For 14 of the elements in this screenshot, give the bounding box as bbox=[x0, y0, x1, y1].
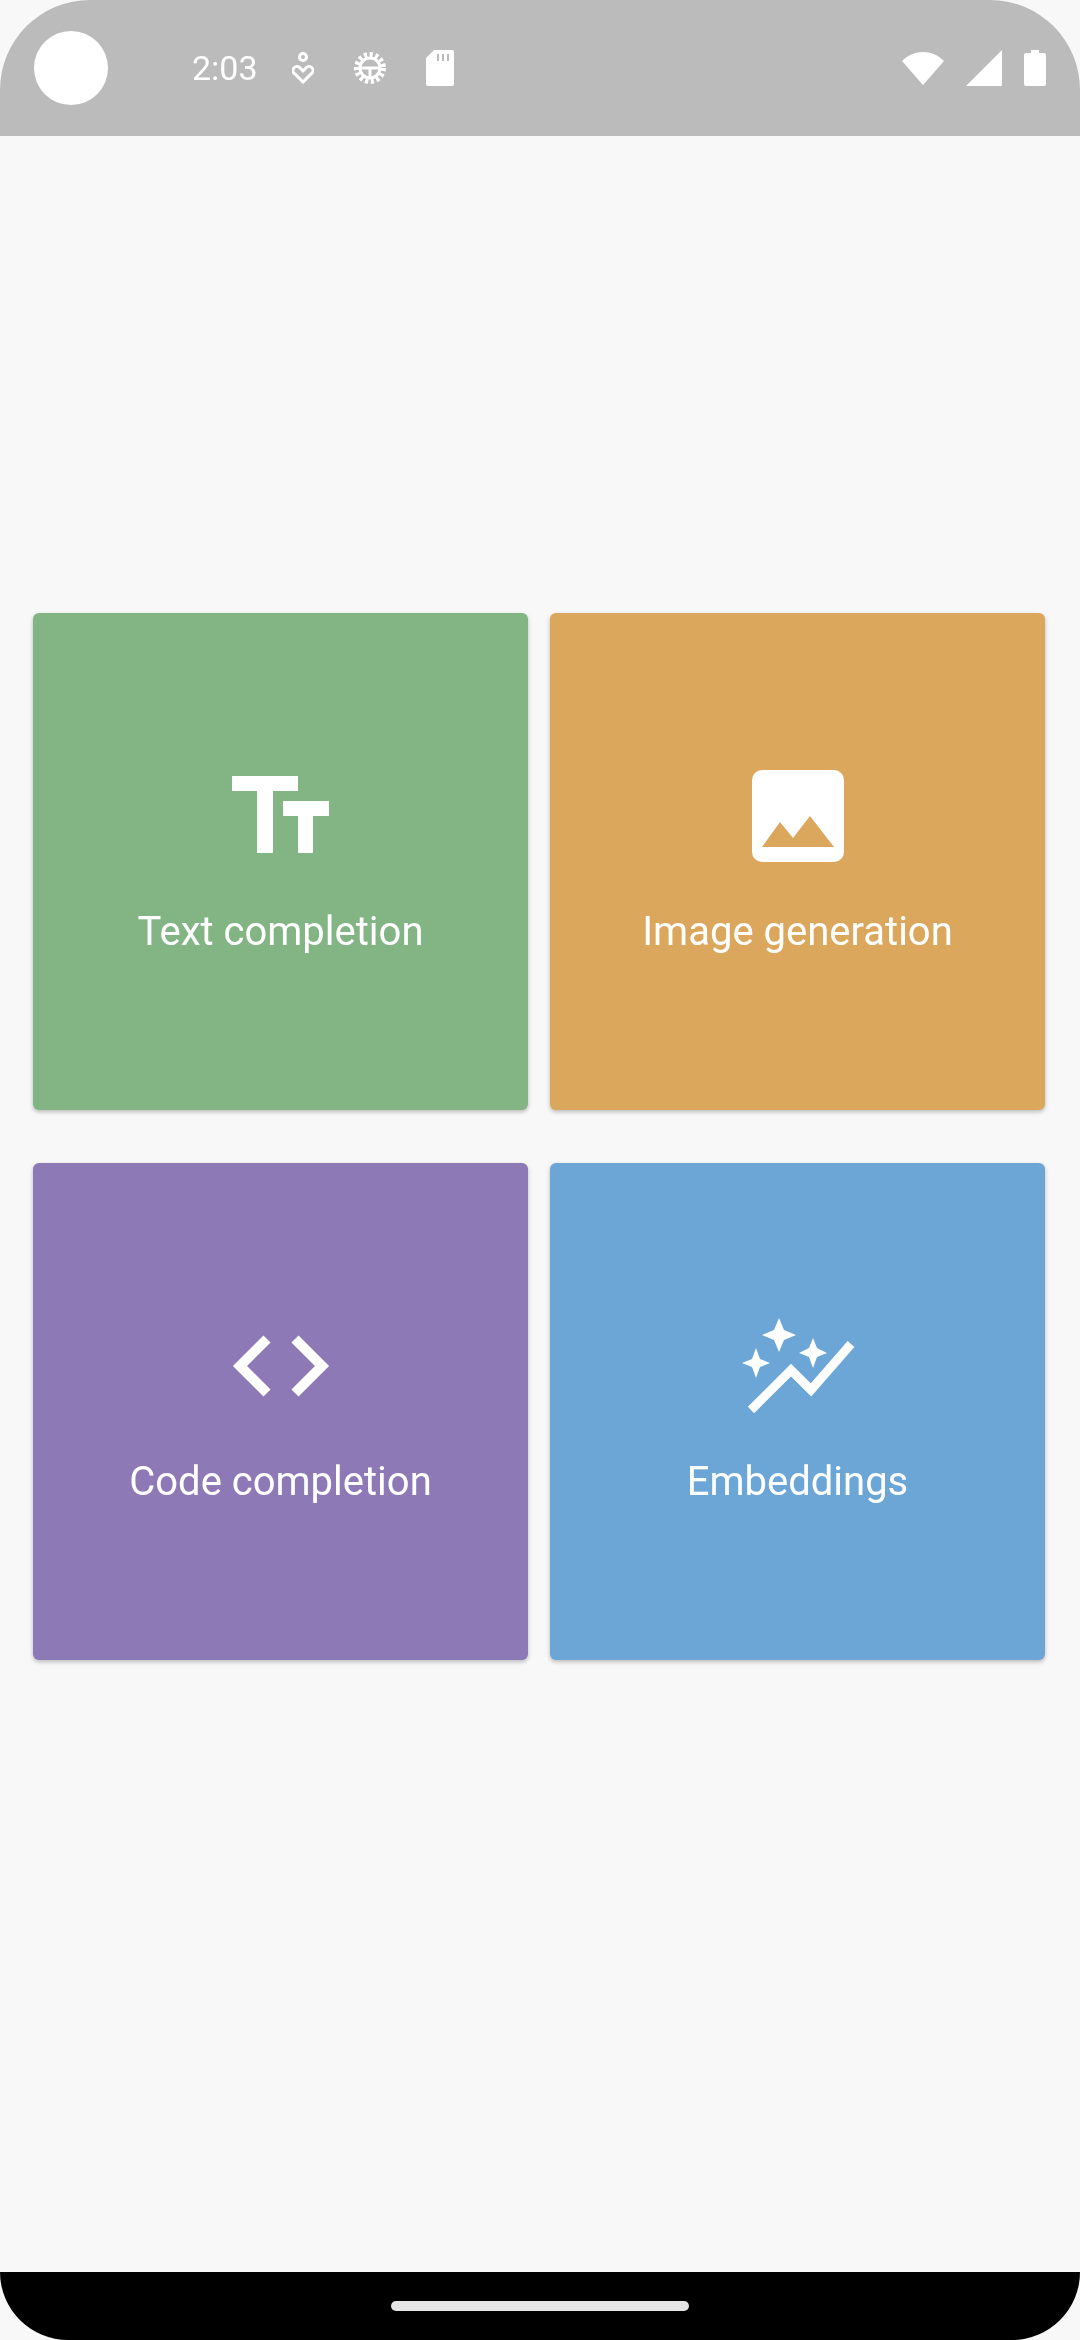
feature-card[interactable]: Embeddings bbox=[550, 1163, 1045, 1660]
battery-icon bbox=[1024, 50, 1046, 86]
feature-card[interactable]: Image generation bbox=[550, 613, 1045, 1110]
home-handle[interactable] bbox=[391, 2301, 689, 2311]
feature-card[interactable]: Text completion bbox=[33, 613, 528, 1110]
accessibility-icon bbox=[291, 52, 314, 84]
signal-icon bbox=[966, 50, 1002, 86]
wifi-icon bbox=[902, 51, 944, 85]
sparkle-chart-icon bbox=[740, 1318, 855, 1414]
text-size-icon bbox=[231, 776, 330, 856]
image-icon bbox=[751, 770, 844, 862]
clock: 2:03 bbox=[192, 48, 258, 88]
feature-card[interactable]: Code completion bbox=[33, 1163, 528, 1660]
sd-card-icon bbox=[425, 50, 454, 86]
